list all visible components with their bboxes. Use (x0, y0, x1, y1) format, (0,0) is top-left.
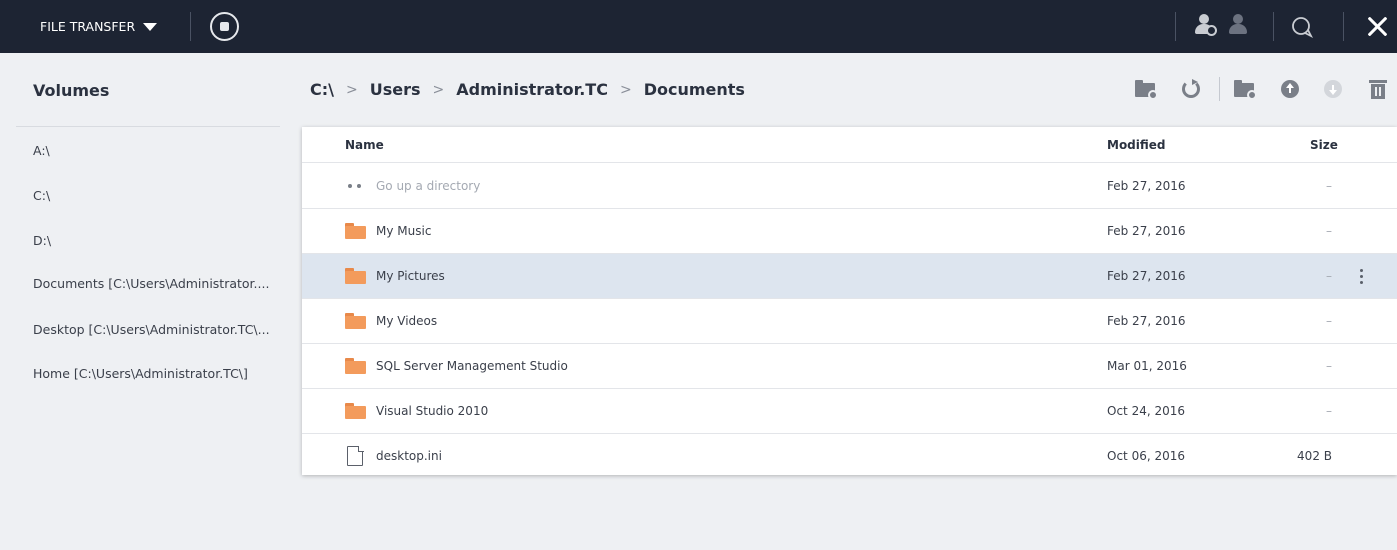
table-header: Name Modified Size (302, 127, 1397, 163)
file-name: My Music (376, 224, 432, 238)
file-size: – (1326, 359, 1332, 373)
file-size: – (1326, 404, 1332, 418)
volumes-title: Volumes (33, 81, 110, 100)
file-modified: Oct 06, 2016 (1107, 449, 1185, 463)
breadcrumb-item-users[interactable]: Users (370, 80, 421, 99)
file-name: desktop.ini (376, 449, 442, 463)
table-row[interactable]: SQL Server Management Studio Mar 01, 201… (302, 344, 1397, 389)
user-icon[interactable] (1226, 14, 1252, 40)
table-row[interactable]: Visual Studio 2010 Oct 24, 2016 – (302, 389, 1397, 434)
topbar-divider (1343, 12, 1344, 41)
sidebar-divider (16, 126, 280, 127)
file-modified: Mar 01, 2016 (1107, 359, 1187, 373)
volumes-sidebar: Volumes A:\ C:\ D:\ Documents [C:\Users\… (0, 53, 280, 550)
volume-item-d[interactable]: D:\ (33, 233, 51, 248)
toolbar-divider (1219, 77, 1220, 101)
file-name: My Videos (376, 314, 438, 328)
breadcrumb-separator: > (345, 81, 358, 98)
new-folder-icon[interactable] (1234, 78, 1257, 100)
file-modified: Feb 27, 2016 (1107, 224, 1186, 238)
file-size: – (1326, 179, 1332, 193)
folder-icon (345, 358, 366, 374)
file-modified: Feb 27, 2016 (1107, 314, 1186, 328)
file-modified: Feb 27, 2016 (1107, 179, 1186, 193)
go-up-row[interactable]: Go up a directory Feb 27, 2016 – (302, 164, 1397, 209)
caret-down-icon (143, 22, 158, 31)
close-icon[interactable] (1362, 12, 1392, 42)
file-transfer-menu-button[interactable]: FILE TRANSFER (40, 0, 158, 53)
file-transfer-label: FILE TRANSFER (40, 19, 136, 34)
column-header-size[interactable]: Size (1310, 138, 1338, 152)
topbar-divider (1175, 12, 1176, 41)
folder-icon (345, 223, 366, 239)
table-row-selected[interactable]: My Pictures Feb 27, 2016 – (302, 254, 1397, 299)
file-modified: Oct 24, 2016 (1107, 404, 1185, 418)
table-row[interactable]: desktop.ini Oct 06, 2016 402 B (302, 434, 1397, 479)
more-options-icon[interactable] (1359, 269, 1365, 285)
file-size: 402 B (1297, 449, 1332, 463)
breadcrumb-item-documents[interactable]: Documents (644, 80, 745, 99)
breadcrumb-item-administrator[interactable]: Administrator.TC (456, 80, 608, 99)
new-folder-icon[interactable] (1135, 78, 1158, 100)
volume-item-a[interactable]: A:\ (33, 143, 50, 158)
column-header-name[interactable]: Name (345, 138, 384, 152)
topbar-divider (1273, 12, 1274, 41)
file-table: Name Modified Size Go up a directory Feb… (302, 127, 1397, 475)
upload-icon[interactable] (1279, 78, 1301, 100)
chat-icon[interactable] (1290, 14, 1316, 40)
file-name: SQL Server Management Studio (376, 359, 568, 373)
volume-item-documents[interactable]: Documents [C:\Users\Administrator.... (33, 276, 269, 291)
file-name: Visual Studio 2010 (376, 404, 489, 418)
breadcrumb: C:\ > Users > Administrator.TC > Documen… (310, 80, 745, 99)
file-modified: Feb 27, 2016 (1107, 269, 1186, 283)
breadcrumb-separator: > (432, 81, 445, 98)
trash-icon[interactable] (1367, 78, 1389, 100)
file-name: Go up a directory (376, 179, 481, 193)
file-icon (347, 445, 364, 466)
file-size: – (1326, 314, 1332, 328)
volume-item-c[interactable]: C:\ (33, 188, 50, 203)
folder-icon (345, 403, 366, 419)
folder-icon (345, 313, 366, 329)
folder-icon (345, 268, 366, 284)
file-size: – (1326, 269, 1332, 283)
volume-item-home[interactable]: Home [C:\Users\Administrator.TC\] (33, 366, 248, 381)
file-name: My Pictures (376, 269, 445, 283)
refresh-icon[interactable] (1180, 78, 1202, 100)
dots-icon (348, 184, 362, 188)
column-header-modified[interactable]: Modified (1107, 138, 1166, 152)
table-row[interactable]: My Videos Feb 27, 2016 – (302, 299, 1397, 344)
file-size: – (1326, 224, 1332, 238)
topbar-divider (190, 12, 191, 41)
breadcrumb-separator: > (619, 81, 632, 98)
stop-session-button[interactable] (210, 12, 239, 41)
table-row[interactable]: My Music Feb 27, 2016 – (302, 209, 1397, 254)
add-user-icon[interactable] (1192, 14, 1218, 40)
volume-item-desktop[interactable]: Desktop [C:\Users\Administrator.TC\... (33, 322, 270, 337)
download-icon (1322, 78, 1344, 100)
top-bar: FILE TRANSFER (0, 0, 1397, 53)
breadcrumb-item-root[interactable]: C:\ (310, 80, 334, 99)
